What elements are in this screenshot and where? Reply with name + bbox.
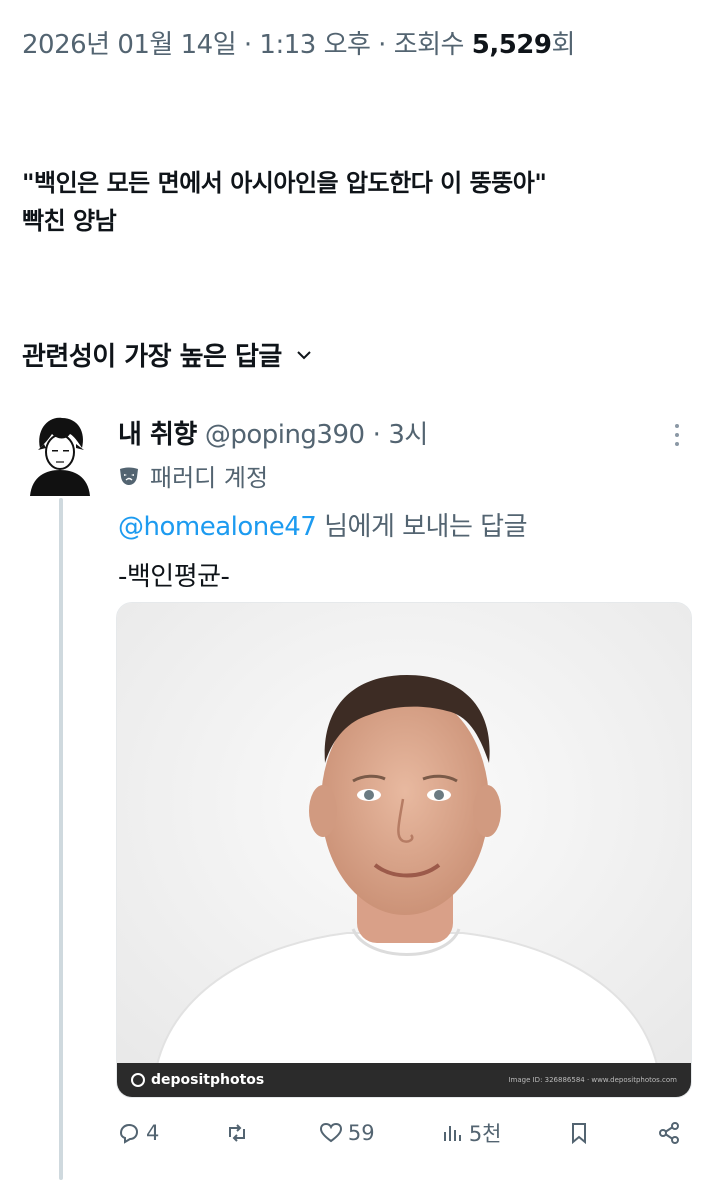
post-text-line-1: "백인은 모든 면에서 아시아인을 압도한다 이 뚱뚱아": [22, 169, 547, 197]
depositphotos-logo-icon: [131, 1073, 145, 1087]
reply-sort-dropdown[interactable]: 관련성이 가장 높은 답글: [22, 336, 312, 373]
reply-header: 내 취향 @poping390 · 3시: [118, 414, 428, 451]
like-count: 59: [347, 1121, 375, 1145]
watermark-brand: depositphotos: [151, 1072, 265, 1088]
like-button[interactable]: 59: [318, 1120, 375, 1146]
post-date-time: 2026년 01월 14일 · 1:13 오후 · 조회수: [22, 30, 472, 60]
parody-badge-label: 패러디 계정: [150, 464, 269, 492]
replying-to: @homealone47 님에게 보내는 답글: [118, 506, 527, 543]
parody-badge: 패러디 계정: [118, 458, 268, 493]
bookmark-button[interactable]: [566, 1120, 592, 1146]
bookmark-icon: [571, 1123, 586, 1145]
heart-icon: [319, 1122, 342, 1143]
post-text-line-2: 빡친 양남: [22, 207, 117, 235]
reply-button[interactable]: 4: [116, 1120, 159, 1146]
reply-icon: [119, 1123, 139, 1144]
reply-sort-label: 관련성이 가장 높은 답글: [22, 342, 282, 372]
replying-to-suffix: 님에게 보내는 답글: [316, 512, 527, 542]
chevron-down-icon: [297, 350, 311, 359]
post-meta: 2026년 01월 14일 · 1:13 오후 · 조회수 5,529회: [22, 24, 575, 61]
watermark-logo: depositphotos: [131, 1072, 264, 1088]
view-count: 5,529: [471, 30, 552, 60]
reply-body: -백인평균-: [118, 562, 230, 592]
repost-button[interactable]: [224, 1120, 254, 1146]
reply-count: 4: [146, 1121, 160, 1145]
share-button[interactable]: [656, 1120, 682, 1146]
views-button[interactable]: 5천: [439, 1118, 502, 1148]
mention-link[interactable]: @homealone47: [118, 512, 317, 542]
action-bar: 4 59 5천: [116, 1118, 682, 1148]
reply-time[interactable]: 3시: [388, 414, 428, 451]
thread-line: [59, 498, 63, 1180]
more-options-icon[interactable]: [672, 422, 682, 448]
header-separator: ·: [372, 420, 381, 450]
reply-handle[interactable]: @poping390: [205, 420, 365, 450]
bar-chart-icon: [443, 1126, 461, 1141]
portrait-photo: [117, 603, 691, 1097]
watermark-info: Image ID: 326886584 · www.depositphotos.…: [508, 1076, 677, 1084]
share-icon: [658, 1122, 679, 1144]
views-count: 5천: [468, 1122, 502, 1146]
watermark-bar: depositphotos Image ID: 326886584 · www.…: [117, 1063, 691, 1097]
reply-display-name[interactable]: 내 취향: [118, 414, 197, 451]
post-text: "백인은 모든 면에서 아시아인을 압도한다 이 뚱뚱아" 빡친 양남: [22, 164, 702, 240]
reply-media-image[interactable]: depositphotos Image ID: 326886584 · www.…: [116, 602, 692, 1098]
mask-icon: [120, 467, 138, 485]
view-suffix: 회: [551, 30, 575, 60]
repost-icon: [228, 1124, 245, 1142]
avatar[interactable]: [26, 414, 94, 496]
